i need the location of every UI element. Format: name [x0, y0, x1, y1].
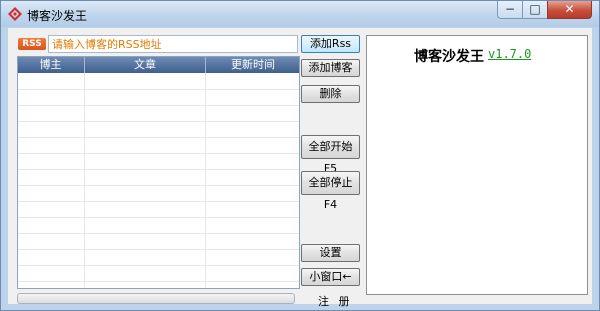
- add-rss-button[interactable]: 添加Rss: [301, 35, 360, 53]
- grid-row-line: [18, 185, 299, 186]
- minimize-button[interactable]: −: [497, 1, 523, 19]
- rss-badge: RSS: [18, 38, 46, 50]
- blog-list-table[interactable]: 博主 文章 更新时间: [17, 56, 300, 289]
- grid-row-line: [18, 89, 299, 90]
- horizontal-scrollbar[interactable]: [17, 293, 295, 304]
- table-header: 博主 文章 更新时间: [18, 57, 299, 73]
- grid-row-line: [18, 105, 299, 106]
- column-header-updated[interactable]: 更新时间: [205, 57, 299, 73]
- delete-button[interactable]: 删除: [301, 85, 360, 103]
- app-window: 博客沙发王 − □ ✕ RSS 博主 文章 更新时间 添加Rss 添加博客 删除…: [0, 0, 600, 311]
- info-panel: 博客沙发王 v1.7.0: [366, 35, 588, 295]
- grid-row-line: [18, 233, 299, 234]
- settings-button[interactable]: 设置: [301, 244, 360, 262]
- grid-row-line: [18, 281, 299, 282]
- grid-column-line: [84, 73, 85, 288]
- client-area: RSS 博主 文章 更新时间 添加Rss 添加博客 删除 全部开始F5 全部停止…: [8, 28, 592, 308]
- app-logo-icon: [8, 7, 22, 21]
- grid-row-line: [18, 249, 299, 250]
- grid-column-line: [205, 73, 206, 288]
- rss-url-input[interactable]: [48, 35, 298, 53]
- start-all-button[interactable]: 全部开始F5: [301, 135, 360, 175]
- grid-row-line: [18, 121, 299, 122]
- grid-row-line: [18, 201, 299, 202]
- column-header-blogger[interactable]: 博主: [18, 57, 83, 73]
- grid-row-line: [18, 137, 299, 138]
- close-button[interactable]: ✕: [547, 1, 592, 19]
- grid-row-line: [18, 265, 299, 266]
- column-header-article[interactable]: 文章: [84, 57, 205, 73]
- grid-row-line: [18, 153, 299, 154]
- maximize-button[interactable]: □: [522, 1, 548, 19]
- mini-window-button[interactable]: 小窗口←: [301, 268, 360, 286]
- title-bar[interactable]: 博客沙发王 − □ ✕: [1, 1, 599, 27]
- grid-row-line: [18, 217, 299, 218]
- panel-title: 博客沙发王: [414, 49, 484, 65]
- register-link[interactable]: 注 册: [318, 293, 353, 309]
- stop-all-button[interactable]: 全部停止F4: [301, 171, 360, 211]
- add-blog-button[interactable]: 添加博客: [301, 59, 360, 77]
- version-link[interactable]: v1.7.0: [488, 47, 531, 61]
- window-title: 博客沙发王: [27, 9, 88, 23]
- grid-row-line: [18, 169, 299, 170]
